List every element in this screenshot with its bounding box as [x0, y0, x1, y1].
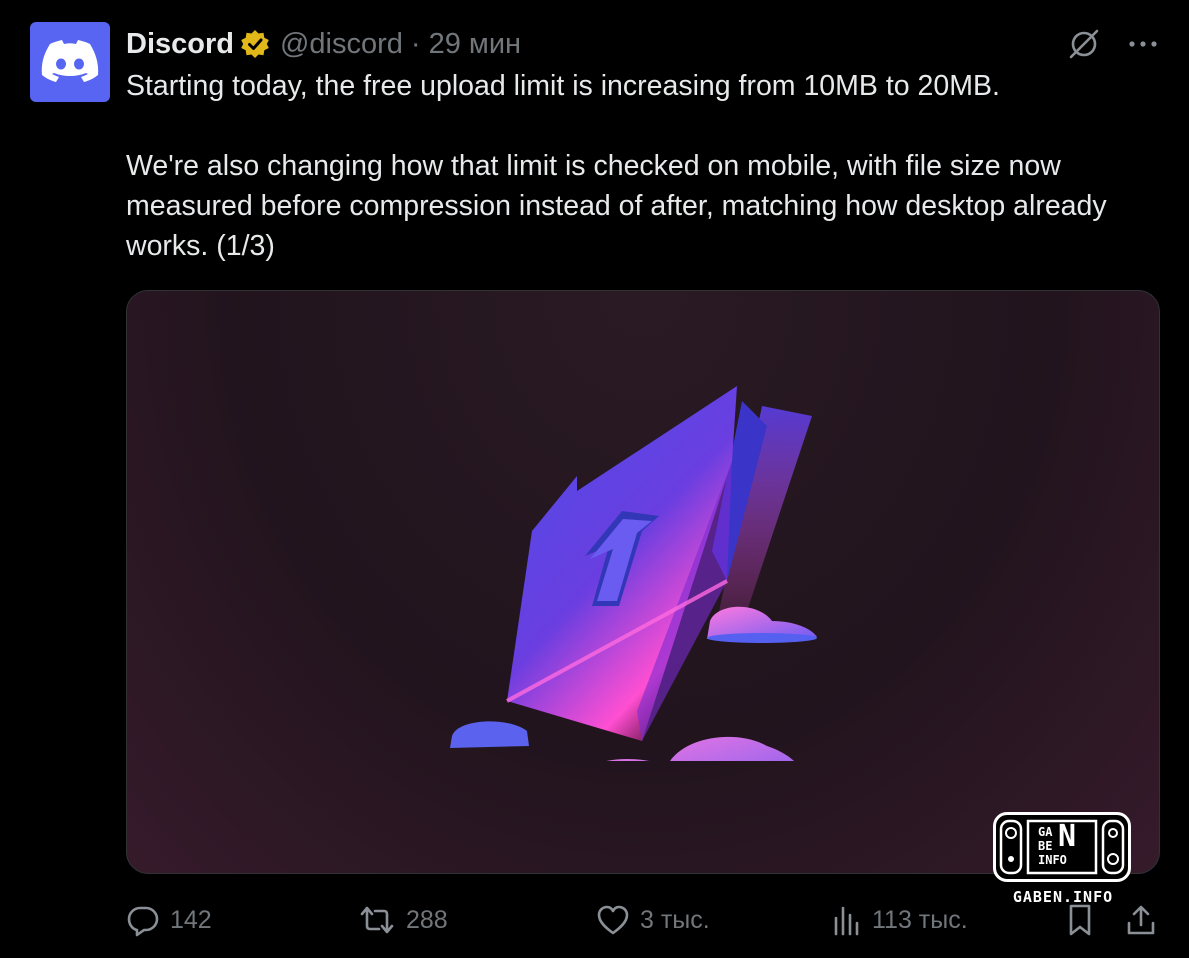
views-count: 113 тыс. [872, 905, 968, 934]
reply-button[interactable]: 142 [126, 896, 212, 944]
views-icon [834, 906, 859, 936]
avatar[interactable] [30, 22, 110, 102]
retweet-icon [360, 906, 394, 934]
views-button[interactable]: 113 тыс. [832, 896, 968, 944]
author-name[interactable]: Discord [126, 28, 234, 61]
watermark-box: GA BE INFO N [993, 812, 1131, 882]
share-button[interactable] [1126, 896, 1156, 944]
watermark-big-letter: N [1058, 819, 1077, 854]
like-icon [597, 905, 629, 935]
tweet-header: Discord @discord · 29 мин [126, 24, 1159, 64]
grok-icon[interactable] [1067, 27, 1101, 61]
watermark-line-1: GA [1038, 825, 1053, 839]
tweet-media-image[interactable] [126, 290, 1160, 874]
author-handle[interactable]: @discord [280, 28, 403, 61]
reply-count: 142 [170, 905, 212, 934]
bookmark-button[interactable] [1066, 896, 1094, 944]
reply-icon [127, 906, 159, 937]
tweet-text: Starting today, the free upload limit is… [126, 66, 1166, 266]
retweet-count: 288 [406, 905, 448, 934]
upload-illustration [450, 386, 817, 761]
more-icon[interactable] [1127, 39, 1159, 49]
verified-badge-icon[interactable] [240, 29, 270, 59]
share-icon [1127, 905, 1155, 935]
watermark-line-2: BE [1038, 839, 1053, 853]
discord-logo-icon [41, 40, 99, 82]
tweet-paragraph-2: We're also changing how that limit is ch… [126, 150, 1107, 262]
tweet-actions: 142 288 3 тыс. 113 тыс. [126, 896, 1160, 944]
like-button[interactable]: 3 тыс. [596, 896, 710, 944]
timestamp[interactable]: 29 мин [429, 28, 521, 61]
watermark-logo: GA BE INFO N GABEN.INFO [993, 812, 1133, 907]
separator-dot: · [410, 27, 421, 60]
watermark-line-3: INFO [1038, 853, 1067, 867]
header-actions [1067, 24, 1159, 64]
like-count: 3 тыс. [640, 905, 710, 934]
tweet-paragraph-1: Starting today, the free upload limit is… [126, 70, 1000, 102]
bookmark-icon [1069, 904, 1091, 936]
retweet-button[interactable]: 288 [358, 896, 448, 944]
